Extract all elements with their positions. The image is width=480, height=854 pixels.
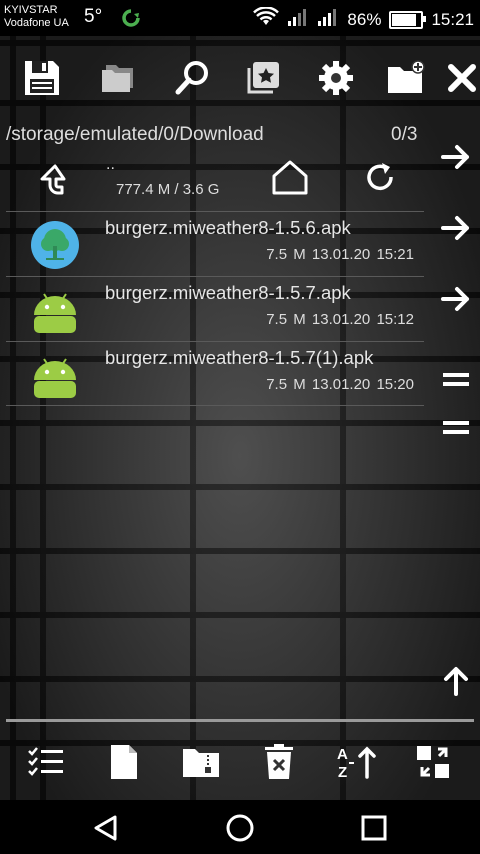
clock: 15:21 <box>431 9 474 29</box>
save-icon[interactable] <box>20 56 64 100</box>
file-name: burgerz.miweather8-1.5.6.apk <box>105 217 351 238</box>
current-path: /storage/emulated/0/Download <box>6 124 264 145</box>
tree-app-icon <box>30 220 80 270</box>
settings-icon[interactable] <box>314 56 358 100</box>
file-date: 13.01.20 <box>311 311 371 328</box>
svg-text:A: A <box>337 746 348 763</box>
file-time: 15:12 <box>376 311 414 328</box>
file-date: 13.01.20 <box>311 376 371 393</box>
brick-wall-background <box>0 36 480 800</box>
signal-icon-2 <box>317 7 339 32</box>
sort-az-icon[interactable]: AZ <box>334 740 378 784</box>
swap-panels-icon[interactable] <box>412 740 456 784</box>
android-icon <box>30 350 80 400</box>
carrier-1: KYIVSTAR <box>4 4 58 16</box>
status-bar: KYIVSTAR Vodafone UA 5° 86% 15:21 <box>0 0 480 36</box>
top-toolbar <box>0 56 480 102</box>
archive-icon[interactable] <box>179 740 223 784</box>
selection-count: 0/3 <box>391 124 418 145</box>
delete-icon[interactable] <box>257 740 301 784</box>
select-list-icon[interactable] <box>24 740 68 784</box>
back-icon[interactable] <box>86 808 126 848</box>
refresh-icon[interactable] <box>362 160 398 201</box>
bookmark-icon[interactable] <box>242 56 286 100</box>
file-row[interactable]: burgerz.miweather8-1.5.6.apk 7.5 M 13.01… <box>0 212 430 276</box>
arrow-right-icon[interactable] <box>438 142 474 172</box>
temperature: 5° <box>84 6 103 27</box>
carrier-names: KYIVSTAR Vodafone UA <box>4 4 69 30</box>
arrow-right-icon[interactable] <box>438 213 474 243</box>
storage-info: 777.4 M / 3.6 G <box>116 181 220 198</box>
new-folder-icon[interactable] <box>384 56 428 100</box>
svg-text:Z: Z <box>338 764 347 781</box>
home-icon[interactable] <box>270 158 310 201</box>
file-size: 7.5 M <box>266 376 306 393</box>
battery-fill <box>392 13 417 26</box>
equals-icon[interactable] <box>438 413 474 443</box>
navigation-bar <box>0 800 480 854</box>
folders-icon[interactable] <box>97 56 141 100</box>
file-size: 7.5 M <box>266 246 306 263</box>
recents-icon[interactable] <box>354 808 394 848</box>
file-meta: 7.5 M 13.01.20 15:20 <box>266 376 414 393</box>
carrier-2: Vodafone UA <box>4 17 69 29</box>
file-meta: 7.5 M 13.01.20 15:21 <box>266 246 414 263</box>
bottom-divider <box>6 719 474 722</box>
wifi-icon <box>253 6 280 32</box>
bottom-toolbar: AZ <box>0 740 480 786</box>
file-size: 7.5 M <box>266 311 306 328</box>
file-time: 15:21 <box>376 246 414 263</box>
file-date: 13.01.20 <box>311 246 371 263</box>
new-file-icon[interactable] <box>102 740 146 784</box>
up-directory-icon[interactable] <box>38 162 72 203</box>
home-button-icon[interactable] <box>220 808 260 848</box>
file-name: burgerz.miweather8-1.5.7(1).apk <box>105 347 374 368</box>
battery-icon <box>389 10 427 29</box>
sync-icon <box>120 8 142 33</box>
file-meta: 7.5 M 13.01.20 15:12 <box>266 311 414 328</box>
arrow-up-icon[interactable] <box>438 666 474 696</box>
file-name: burgerz.miweather8-1.5.7.apk <box>105 282 351 303</box>
search-icon[interactable] <box>170 56 214 100</box>
android-icon <box>30 285 80 335</box>
file-row[interactable]: burgerz.miweather8-1.5.7(1).apk 7.5 M 13… <box>0 342 430 406</box>
file-row[interactable]: burgerz.miweather8-1.5.7.apk 7.5 M 13.01… <box>0 277 430 341</box>
battery-percent: 86% <box>347 9 382 29</box>
divider <box>6 405 424 406</box>
parent-dots: .. <box>106 156 115 173</box>
file-time: 15:20 <box>376 376 414 393</box>
signal-icon-1 <box>287 7 309 32</box>
close-icon[interactable] <box>440 56 480 100</box>
arrow-right-icon[interactable] <box>438 284 474 314</box>
equals-icon[interactable] <box>438 365 474 395</box>
